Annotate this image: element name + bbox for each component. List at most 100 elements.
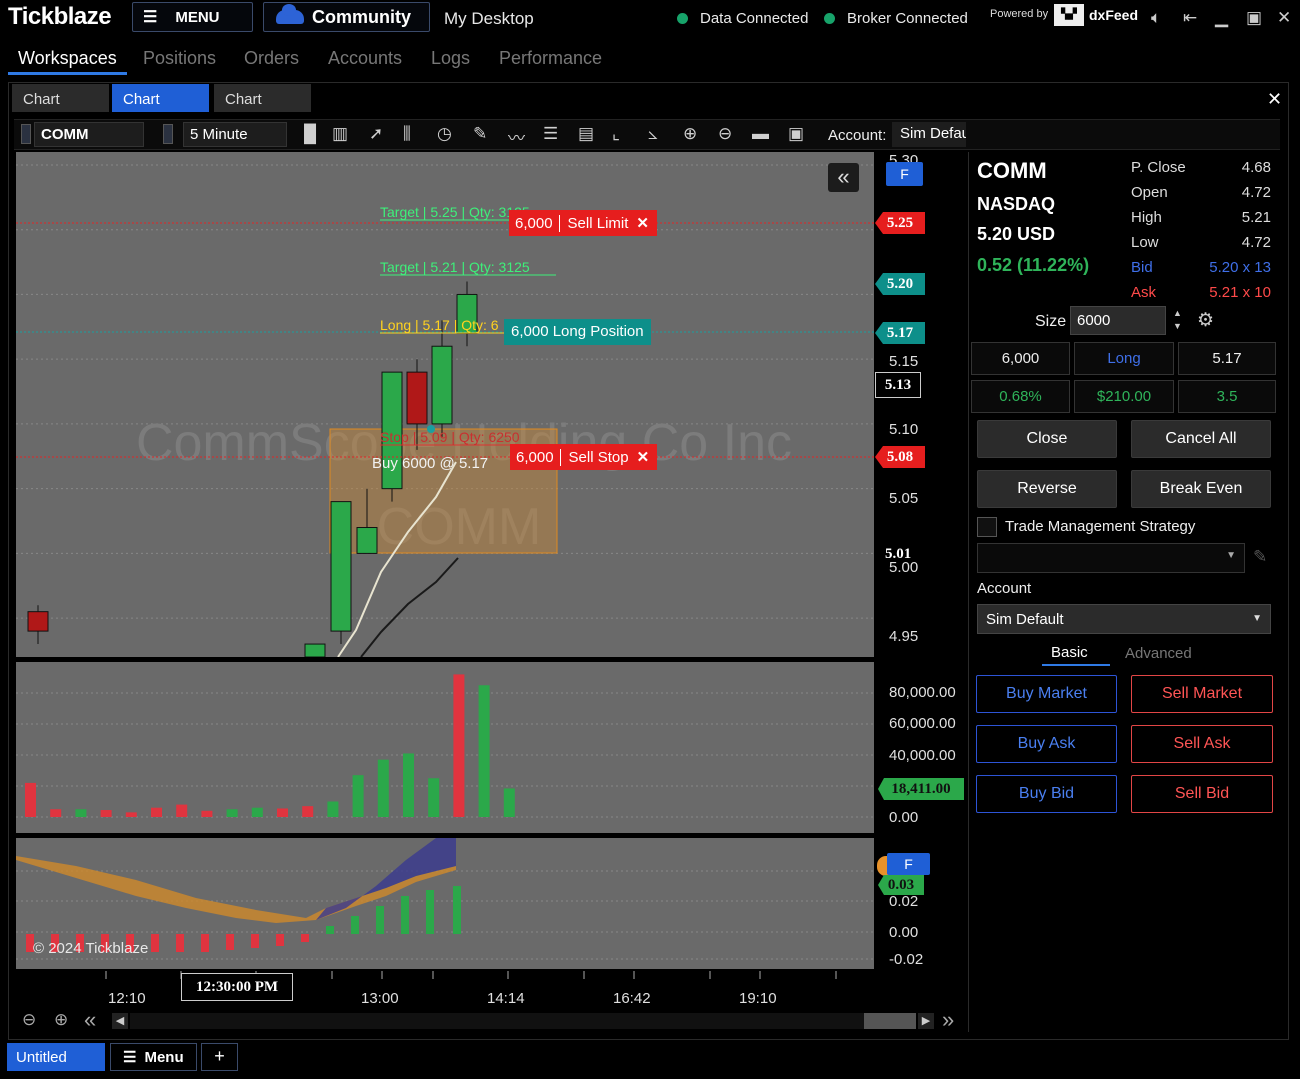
break-even-button[interactable]: Break Even xyxy=(1131,470,1271,508)
volume-bar xyxy=(100,810,112,817)
buy-ask-button[interactable]: Buy Ask xyxy=(976,725,1117,763)
volume-bar xyxy=(50,809,62,817)
workspace-close-icon[interactable]: ✕ xyxy=(1267,89,1282,110)
draw-icon[interactable]: ✎ xyxy=(473,124,487,144)
scroll-right-icon[interactable]: ▶ xyxy=(918,1013,934,1029)
position-side: Long xyxy=(1074,342,1174,375)
tab-accounts[interactable]: Accounts xyxy=(328,48,402,69)
tms-select[interactable]: ▼ xyxy=(977,543,1245,573)
tab-performance[interactable]: Performance xyxy=(499,48,602,69)
symbol-link-icon[interactable] xyxy=(21,124,31,144)
volume-bars xyxy=(25,674,515,817)
candles-icon[interactable]: ⫼ xyxy=(403,124,411,144)
symbol-input[interactable]: COMM xyxy=(34,122,144,147)
volume-axis[interactable]: 80,000.00 60,000.00 40,000.00 18,411.00 … xyxy=(875,662,967,833)
volume-bar xyxy=(403,753,414,817)
timeframe-select[interactable]: 5 Minute xyxy=(183,122,287,147)
osc-f-badge[interactable]: F xyxy=(887,853,930,875)
osc-cloud-bearish xyxy=(16,856,456,923)
reverse-button[interactable]: Reverse xyxy=(977,470,1117,508)
folder-icon[interactable]: ▬ xyxy=(752,124,769,144)
bottom-menu-label: Menu xyxy=(144,1048,184,1066)
tab-advanced[interactable]: Advanced xyxy=(1125,645,1192,662)
close-icon[interactable]: ✕ xyxy=(1277,8,1291,28)
buy-market-button[interactable]: Buy Market xyxy=(976,675,1117,713)
zoom-out-icon[interactable]: ⊖ xyxy=(718,124,732,144)
tms-checkbox[interactable] xyxy=(977,517,997,537)
gear-icon[interactable]: ⚙ xyxy=(1197,309,1214,332)
dx-logo-icon: ▚▞ xyxy=(1054,4,1084,26)
bottom-menu-button[interactable]: ☰ Menu xyxy=(110,1043,197,1071)
scroll-track[interactable] xyxy=(130,1013,916,1029)
zoom-out-icon[interactable]: ⊖ xyxy=(22,1010,36,1030)
tab-orders[interactable]: Orders xyxy=(244,48,299,69)
tab-positions[interactable]: Positions xyxy=(143,48,216,69)
scroll-thumb[interactable] xyxy=(864,1013,916,1029)
oscillator-axis[interactable]: F 0.03 0.02 0.00 -0.02 xyxy=(875,838,967,969)
main-menu-button[interactable]: ☰ MENU xyxy=(132,2,253,32)
size-input[interactable]: 6000 xyxy=(1070,306,1166,335)
sell-stop-order[interactable]: 6,000 Sell Stop ✕ xyxy=(510,444,658,470)
price-chart[interactable]: COMM CommScope Holding Co Inc Target | 5… xyxy=(16,152,874,657)
quote-row: High 5.21 xyxy=(1131,205,1271,230)
cursor-icon[interactable]: ➚ xyxy=(369,124,383,144)
sound-icon[interactable]: 🔈︎ xyxy=(1151,8,1161,28)
list-icon[interactable]: ☰ xyxy=(543,124,558,144)
scroll-left-icon[interactable]: ◀ xyxy=(112,1013,128,1029)
add-tab-button[interactable]: + xyxy=(201,1043,238,1071)
crosshair-price-tag: 5.13 xyxy=(875,372,921,398)
sell-limit-order[interactable]: 6,000 Sell Limit ✕ xyxy=(509,210,657,236)
scale-icon[interactable]: ⦣ xyxy=(648,124,658,144)
chart-tab-2[interactable]: Chart xyxy=(112,84,209,112)
close-button[interactable]: Close xyxy=(977,420,1117,458)
size-stepper[interactable]: ▲ ▼ xyxy=(1173,307,1182,333)
time-axis[interactable]: 12:10 12:30:00 PM 13:00 14:14 16:42 19:1… xyxy=(16,970,966,1010)
sell-ask-button[interactable]: Sell Ask xyxy=(1131,725,1273,763)
desktop-tab-untitled[interactable]: Untitled xyxy=(7,1043,105,1071)
axis-icon[interactable]: ⌞ xyxy=(612,124,620,144)
oscillator-pane[interactable]: © 2024 Tickblaze xyxy=(16,838,874,969)
scroll-start-icon[interactable]: « xyxy=(84,1007,96,1033)
buy-bid-button[interactable]: Buy Bid xyxy=(976,775,1117,813)
osc-tick: 0.00 xyxy=(889,924,919,941)
sell-stop-qty: 6,000 xyxy=(510,448,561,466)
chart-tab-3[interactable]: Chart xyxy=(214,84,311,112)
indicators-icon[interactable]: ▥ xyxy=(332,124,348,144)
save-icon[interactable]: ▣ xyxy=(788,124,804,144)
collapse-icon[interactable]: ⇤ xyxy=(1183,8,1197,28)
minimize-icon[interactable]: ▁ xyxy=(1215,8,1228,28)
cancel-all-button[interactable]: Cancel All xyxy=(1131,420,1271,458)
timeframe-link-icon[interactable] xyxy=(163,124,173,144)
hamburger-icon: ☰ xyxy=(143,9,158,26)
clock-icon[interactable]: ◷ xyxy=(437,124,452,144)
scroll-end-icon[interactable]: » xyxy=(942,1007,954,1033)
volume-pane[interactable] xyxy=(16,662,874,833)
community-button[interactable]: Community xyxy=(263,2,430,32)
sell-market-button[interactable]: Sell Market xyxy=(1131,675,1273,713)
time-tick: 14:14 xyxy=(487,990,525,1007)
cancel-order-icon[interactable]: ✕ xyxy=(637,448,658,466)
position-tag[interactable]: 6,000 Long Position xyxy=(504,319,651,345)
cancel-order-icon[interactable]: ✕ xyxy=(636,214,657,232)
bar-type-icon[interactable]: ▐▌ xyxy=(298,124,322,144)
tab-basic[interactable]: Basic xyxy=(1051,644,1088,661)
quote-value: 4.72 xyxy=(1241,234,1271,251)
basic-tab-indicator xyxy=(1042,664,1110,666)
zoom-in-icon[interactable]: ⊕ xyxy=(683,124,697,144)
edit-icon[interactable]: ✎ xyxy=(1253,547,1267,567)
chart-scrollbar[interactable]: ⊖ ⊕ « ◀ ▶ » xyxy=(16,1007,966,1033)
tab-logs[interactable]: Logs xyxy=(431,48,470,69)
line-tool-icon[interactable]: 〰 xyxy=(508,124,525,149)
position-price-tag: 5.17 xyxy=(875,322,925,344)
account-select[interactable]: Sim Default xyxy=(892,122,966,147)
maximize-icon[interactable]: ▣ xyxy=(1246,8,1262,28)
collapse-panel-icon[interactable]: « xyxy=(828,163,859,192)
account-select[interactable]: Sim Default ▼ xyxy=(977,604,1271,634)
f-badge[interactable]: F xyxy=(886,162,923,186)
price-axis[interactable]: 5.30 5.15 5.10 5.05 5.00 4.95 F 5.25 5.2… xyxy=(875,152,967,657)
chart-tab-1[interactable]: Chart xyxy=(12,84,109,112)
template-icon[interactable]: ▤ xyxy=(578,124,594,144)
sell-bid-button[interactable]: Sell Bid xyxy=(1131,775,1273,813)
zoom-in-icon[interactable]: ⊕ xyxy=(54,1010,68,1030)
tab-workspaces[interactable]: Workspaces xyxy=(18,48,117,69)
